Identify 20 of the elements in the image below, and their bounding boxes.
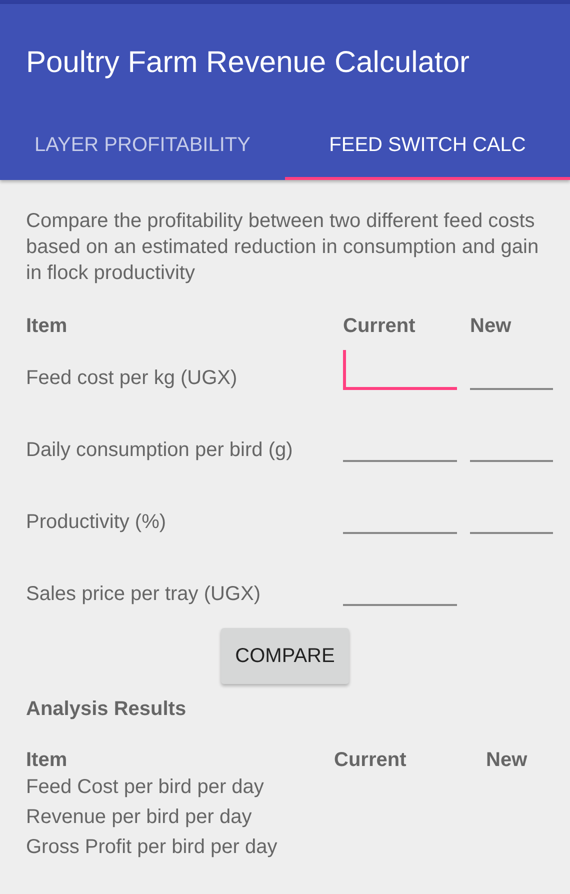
section-title: Analysis Results bbox=[26, 698, 188, 721]
result-label: Feed Cost per bird per day bbox=[26, 775, 265, 800]
column-header: Item bbox=[26, 314, 68, 339]
column-header: Item bbox=[26, 749, 68, 772]
result-label: Revenue per bird per day bbox=[26, 805, 253, 830]
field-label: Sales price per tray (UGX) bbox=[26, 582, 262, 606]
description-text: Compare the profitability between two different feed costs based on an estimated reduction in consumption and gain in flock productivity bbox=[26, 209, 540, 286]
app-title: Poultry Farm Revenue Calculator bbox=[25, 45, 471, 81]
field-label: Feed cost per kg (UGX) bbox=[26, 366, 238, 390]
compare-button[interactable]: COMPARE bbox=[221, 628, 349, 684]
input-field[interactable] bbox=[343, 350, 457, 390]
column-header: Current bbox=[334, 749, 408, 772]
column-header: New bbox=[486, 749, 528, 772]
column-header: Current bbox=[343, 314, 416, 339]
column-header: New bbox=[470, 314, 512, 339]
result-label: Gross Profit per bird per day bbox=[26, 835, 278, 860]
field-label: Productivity (%) bbox=[26, 510, 168, 534]
tab[interactable]: LAYER PROFITABILITY bbox=[0, 114, 285, 180]
field-label: Daily consumption per bird (g) bbox=[26, 438, 294, 462]
tab[interactable]: FEED SWITCH CALC bbox=[285, 114, 570, 180]
